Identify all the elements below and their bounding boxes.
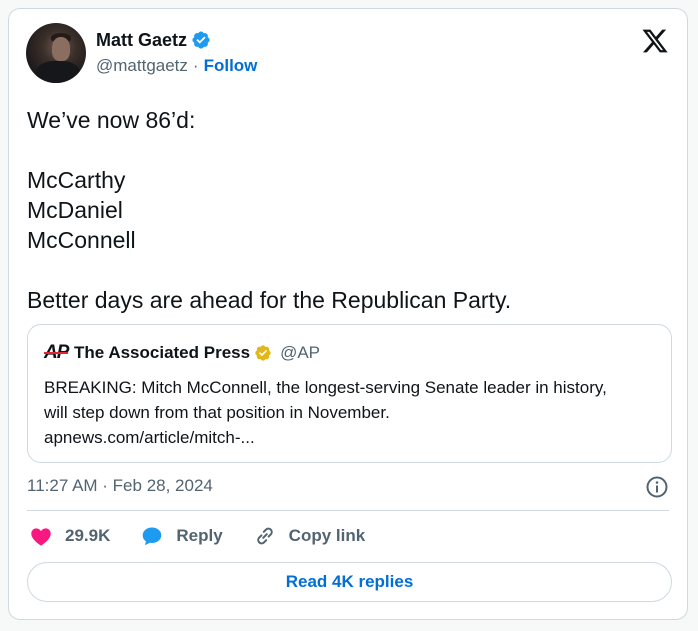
read-replies-button[interactable]: Read 4K replies (27, 562, 672, 602)
avatar-suit (36, 61, 80, 83)
divider (27, 510, 669, 511)
tweet-line: McCarthy (27, 167, 126, 193)
ap-logo: AP (44, 343, 69, 363)
info-icon[interactable] (645, 475, 669, 499)
tweet-line: McDaniel (27, 197, 123, 223)
reply-button[interactable]: Reply (140, 524, 223, 548)
separator-dot: · (192, 56, 199, 75)
author-name[interactable]: Matt Gaetz (96, 29, 187, 51)
avatar[interactable] (26, 23, 86, 83)
follow-button[interactable]: Follow (204, 55, 258, 77)
action-bar: 29.9K Reply Copy link (29, 524, 395, 548)
copy-link-label: Copy link (288, 526, 366, 545)
tweet-line: Better days are ahead for the Republican… (27, 287, 512, 313)
quoted-text-line: will step down from that position in Nov… (44, 403, 390, 422)
heart-icon (31, 528, 51, 546)
quoted-tweet[interactable]: AP The Associated Press @AP BREAKING: Mi… (27, 324, 672, 463)
tweet-header: Matt Gaetz @mattgaetz · Follow (26, 23, 257, 83)
tweet-card: Matt Gaetz @mattgaetz · Follow We’ve now… (8, 8, 688, 620)
ap-logo-bar (44, 352, 68, 354)
avatar-face (52, 37, 70, 61)
tweet-line: We’ve now 86’d: (27, 107, 196, 133)
tweet-text: We’ve now 86’d: McCarthy McDaniel McConn… (27, 105, 667, 315)
reply-label: Reply (176, 526, 223, 545)
author-name-row: Matt Gaetz (96, 29, 257, 51)
like-count: 29.9K (65, 526, 111, 545)
author-info: Matt Gaetz @mattgaetz · Follow (96, 29, 257, 77)
author-handle[interactable]: @mattgaetz (96, 55, 188, 77)
quoted-author-handle: @AP (280, 343, 320, 362)
speech-bubble-icon (143, 527, 162, 546)
verified-gold-badge-icon (255, 345, 271, 361)
read-replies-label: Read 4K replies (285, 572, 414, 591)
link-icon (256, 527, 273, 545)
author-handle-row: @mattgaetz · Follow (96, 55, 257, 77)
verified-badge-icon (192, 31, 210, 49)
quoted-tweet-body: BREAKING: Mitch McConnell, the longest-s… (44, 375, 664, 450)
copy-link-button[interactable]: Copy link (253, 524, 366, 548)
like-button[interactable]: 29.9K (29, 524, 110, 548)
quoted-tweet-header: AP The Associated Press @AP (44, 343, 320, 363)
quoted-author-name: The Associated Press (74, 343, 251, 362)
x-logo-icon[interactable] (641, 27, 669, 55)
quoted-link[interactable]: apnews.com/article/mitch-... (44, 425, 664, 450)
tweet-timestamp[interactable]: 11:27 AM · Feb 28, 2024 (27, 476, 213, 496)
tweet-line: McConnell (27, 227, 136, 253)
quoted-text-line: BREAKING: Mitch McConnell, the longest-s… (44, 378, 607, 397)
